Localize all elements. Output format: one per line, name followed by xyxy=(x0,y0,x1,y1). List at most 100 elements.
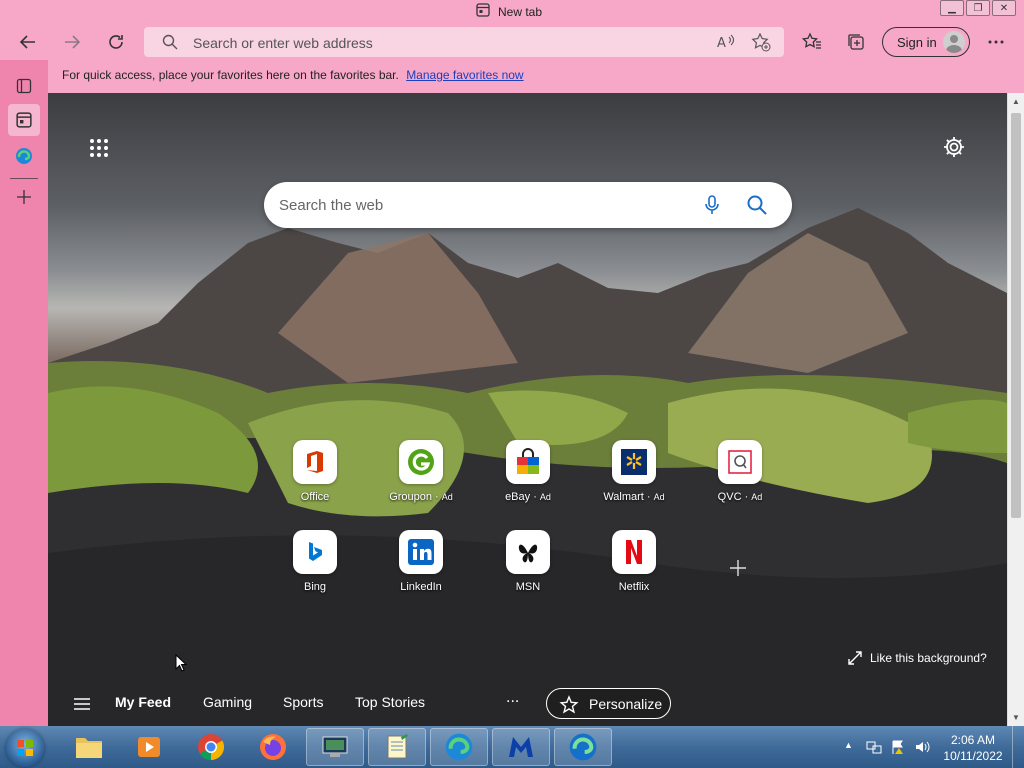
tile-label: Office xyxy=(300,491,330,503)
taskbar-edge[interactable] xyxy=(430,728,488,766)
quick-link-netflix[interactable]: Netflix xyxy=(589,530,679,610)
firefox-icon xyxy=(260,734,286,760)
feed-tab-my-feed[interactable]: My Feed xyxy=(115,694,171,710)
quick-link-walmart[interactable]: Walmart · Ad xyxy=(589,440,679,520)
restore-button[interactable]: ❐ xyxy=(966,0,990,16)
start-button[interactable] xyxy=(6,729,44,767)
quick-link-office[interactable]: Office xyxy=(270,440,360,520)
forward-button[interactable] xyxy=(58,28,86,56)
qvc-icon xyxy=(718,440,762,484)
personalize-label: Personalize xyxy=(589,695,663,712)
page-settings-button[interactable] xyxy=(942,135,966,162)
bing-icon xyxy=(293,530,337,574)
windows-taskbar: ▲ 2:06 AM 10/11/2022 xyxy=(0,726,1024,768)
sign-in-button[interactable]: Sign in xyxy=(882,27,970,57)
ad-badge: Ad xyxy=(539,492,551,502)
netflix-icon xyxy=(612,530,656,574)
apps-launcher-button[interactable] xyxy=(88,137,110,162)
browser-toolbar: Search or enter web address A Sign in xyxy=(0,24,1024,60)
page-scrollbar[interactable]: ▲ ▼ xyxy=(1007,93,1024,726)
web-search-input[interactable]: Search the web xyxy=(279,197,383,214)
address-input[interactable]: Search or enter web address xyxy=(193,35,373,51)
like-background-button[interactable]: Like this background? xyxy=(848,651,987,665)
msn-butterfly-icon xyxy=(506,530,550,574)
ebay-bag-icon xyxy=(506,440,550,484)
quick-link-bing[interactable]: Bing xyxy=(270,530,360,610)
back-button[interactable] xyxy=(14,28,42,56)
close-button[interactable]: ✕ xyxy=(992,0,1016,16)
feed-more-button[interactable]: ... xyxy=(506,689,519,707)
sidebar-add-button[interactable] xyxy=(8,181,40,213)
collections-button[interactable] xyxy=(842,28,870,56)
feed-tab-gaming[interactable]: Gaming xyxy=(203,694,252,710)
ad-badge: Ad xyxy=(751,492,763,502)
sidebar-divider xyxy=(10,178,38,179)
action-center-flag-icon[interactable] xyxy=(890,739,906,758)
plus-icon xyxy=(730,560,746,576)
taskbar-media-player[interactable] xyxy=(120,728,178,766)
read-aloud-icon[interactable]: A xyxy=(716,32,736,55)
address-bar[interactable]: Search or enter web address A xyxy=(144,27,784,57)
taskbar-firefox[interactable] xyxy=(244,728,302,766)
personalize-button[interactable]: Personalize xyxy=(546,688,671,719)
scroll-down-icon[interactable]: ▼ xyxy=(1012,713,1020,722)
taskbar-file-explorer[interactable] xyxy=(60,728,118,766)
taskbar-notepad[interactable] xyxy=(368,728,426,766)
taskbar-remote-desktop[interactable] xyxy=(306,728,364,766)
web-search-box[interactable]: Search the web xyxy=(264,182,792,228)
scroll-up-icon[interactable]: ▲ xyxy=(1012,97,1020,106)
ad-badge: Ad xyxy=(653,492,665,502)
newtab-icon xyxy=(476,3,490,20)
search-icon[interactable] xyxy=(746,194,768,219)
like-background-label: Like this background? xyxy=(870,651,987,665)
scroll-thumb[interactable] xyxy=(1011,113,1021,518)
tab[interactable]: New tab xyxy=(476,3,542,20)
tab-title: New tab xyxy=(498,4,543,19)
microphone-icon[interactable] xyxy=(702,194,722,219)
settings-menu-button[interactable] xyxy=(982,28,1010,56)
folder-icon xyxy=(76,738,102,758)
sidebar-tab-newtab[interactable] xyxy=(8,104,40,136)
groupon-icon xyxy=(399,440,443,484)
volume-icon[interactable] xyxy=(914,739,930,758)
feed-tab-top-stories[interactable]: Top Stories xyxy=(355,694,425,710)
tile-label: Groupon xyxy=(389,491,432,503)
mouse-cursor-icon xyxy=(175,654,187,672)
tile-label: QVC xyxy=(717,491,742,503)
tile-label: LinkedIn xyxy=(400,581,442,593)
favorites-bar: For quick access, place your favorites h… xyxy=(48,60,1024,93)
svg-text:A: A xyxy=(717,36,726,51)
sign-in-label: Sign in xyxy=(897,34,937,50)
expand-icon xyxy=(848,651,862,665)
add-favorite-icon[interactable] xyxy=(751,32,771,55)
hamburger-menu-button[interactable] xyxy=(73,697,91,714)
arrow-left-icon xyxy=(19,35,35,49)
taskbar-chrome[interactable] xyxy=(182,728,240,766)
favorites-star-icon xyxy=(802,32,821,49)
sidebar-edge[interactable] xyxy=(8,140,40,172)
walmart-icon xyxy=(612,440,656,484)
sidebar-tab-actions[interactable] xyxy=(8,70,40,102)
favorites-button[interactable] xyxy=(798,28,826,56)
edge-logo-icon xyxy=(16,148,32,164)
refresh-button[interactable] xyxy=(102,28,130,56)
tile-label: Walmart xyxy=(603,491,644,503)
quick-link-ebay[interactable]: eBay · Ad xyxy=(483,440,573,520)
manage-favorites-link[interactable]: Manage favorites now xyxy=(406,68,523,82)
quick-link-qvc[interactable]: QVC · Ad xyxy=(695,440,785,520)
quick-link-linkedin[interactable]: LinkedIn xyxy=(376,530,466,610)
computer-icon xyxy=(322,736,348,757)
taskbar-malwarebytes[interactable] xyxy=(492,728,550,766)
quick-link-groupon[interactable]: Groupon · Ad xyxy=(376,440,466,520)
system-clock[interactable]: 2:06 AM 10/11/2022 xyxy=(940,732,1006,764)
show-desktop-button[interactable] xyxy=(1012,726,1024,768)
add-site-button[interactable] xyxy=(716,546,760,590)
feed-tab-sports[interactable]: Sports xyxy=(283,694,323,710)
taskbar-edge-active[interactable] xyxy=(554,728,612,766)
tray-expand-icon[interactable]: ▲ xyxy=(844,740,853,750)
quick-link-msn[interactable]: MSN xyxy=(483,530,573,610)
minimize-button[interactable]: ▁ xyxy=(940,0,964,16)
notepad-icon xyxy=(387,734,408,759)
malwarebytes-icon xyxy=(509,737,533,757)
network-icon[interactable] xyxy=(866,739,882,758)
